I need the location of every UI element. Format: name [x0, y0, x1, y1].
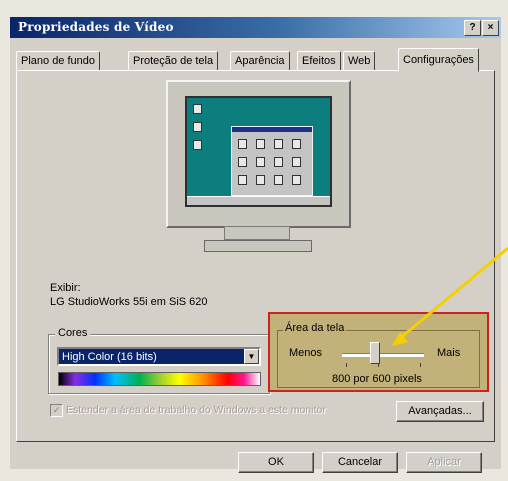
folder-icon	[292, 175, 301, 185]
preview-taskbar	[187, 196, 330, 205]
colors-select[interactable]: High Color (16 bits) ▼	[57, 347, 261, 366]
tab-web[interactable]: Web	[343, 51, 376, 71]
folder-icon	[256, 175, 265, 185]
ok-button[interactable]: OK	[238, 452, 314, 473]
folder-icon	[256, 139, 265, 149]
preview-window	[231, 126, 313, 196]
slider-tick	[420, 363, 421, 367]
desktop-icon	[193, 140, 202, 150]
advanced-button[interactable]: Avançadas...	[396, 401, 484, 422]
monitor-stand	[224, 226, 290, 240]
help-button[interactable]: ?	[464, 20, 481, 36]
folder-icon	[292, 157, 301, 167]
tab-effects[interactable]: Efeitos	[297, 51, 341, 71]
title-bar[interactable]: Propriedades de Vídeo ? ×	[10, 17, 501, 38]
apply-button[interactable]: Aplicar	[406, 452, 482, 473]
slider-tick	[378, 363, 379, 367]
folder-icon	[274, 175, 283, 185]
resolution-value: 800 por 600 pixels	[332, 373, 422, 385]
folder-icon	[292, 139, 301, 149]
cancel-button[interactable]: Cancelar	[322, 452, 398, 473]
slider-more-label: Mais	[437, 347, 461, 359]
colors-legend: Cores	[55, 327, 91, 339]
extend-desktop-label: Estender a área de trabalho do Windows a…	[66, 404, 326, 416]
screen-area-legend: Área da tela	[283, 322, 347, 334]
folder-icon	[274, 157, 283, 167]
tab-appearance[interactable]: Aparência	[230, 51, 290, 71]
display-device: LG StudioWorks 55i em SiS 620	[50, 296, 208, 308]
monitor-screen	[185, 96, 332, 207]
tab-settings[interactable]: Configurações	[398, 48, 479, 72]
folder-icon	[256, 157, 265, 167]
tab-background[interactable]: Plano de fundo	[16, 51, 101, 71]
monitor-base	[204, 240, 312, 252]
tab-strip: Plano de fundo Proteção de tela Aparênci…	[16, 48, 496, 72]
resolution-slider-track[interactable]	[342, 353, 424, 357]
slider-tick	[346, 363, 347, 367]
preview-window-titlebar	[232, 127, 312, 132]
color-spectrum-bar	[58, 372, 261, 386]
folder-icon	[238, 139, 247, 149]
slider-less-label: Menos	[289, 347, 323, 359]
desktop-icon	[193, 122, 202, 132]
close-button[interactable]: ×	[482, 20, 499, 36]
monitor-preview	[166, 80, 351, 228]
tab-screensaver[interactable]: Proteção de tela	[128, 51, 219, 71]
resolution-slider-thumb[interactable]	[369, 342, 380, 364]
display-label: Exibir:	[50, 282, 81, 294]
extend-desktop-checkbox[interactable]: ✓	[50, 404, 63, 417]
folder-icon	[238, 175, 247, 185]
chevron-down-icon[interactable]: ▼	[244, 349, 259, 364]
desktop-icon	[193, 104, 202, 114]
folder-icon	[238, 157, 247, 167]
folder-icon	[274, 139, 283, 149]
colors-select-value: High Color (16 bits)	[62, 351, 157, 363]
window-title: Propriedades de Vídeo	[18, 20, 174, 34]
